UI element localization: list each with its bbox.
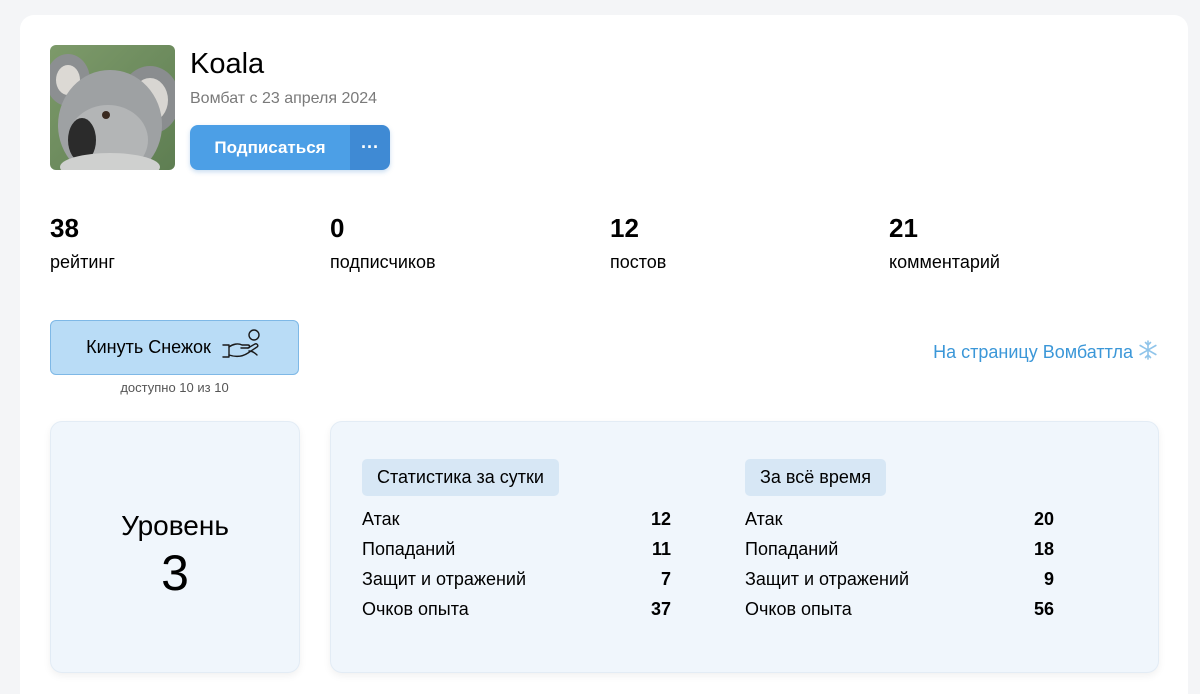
stat-row: Защит и отражений 7 [362, 569, 671, 590]
stat-label: подписчиков [330, 252, 436, 272]
member-since: Вомбат с 23 апреля 2024 [190, 90, 378, 107]
more-options-button[interactable]: ··· [350, 125, 390, 170]
stat-value: 21 [889, 213, 918, 243]
stat-label: постов [610, 252, 667, 272]
stat-value: 0 [330, 213, 345, 243]
stat-row-label: Защит и отражений [362, 569, 527, 589]
daily-stats-column: Статистика за сутки Атак 12 Попаданий 11 З… [362, 459, 671, 620]
stat-value: 38 [50, 213, 79, 243]
level-panel: Уровень 3 [50, 421, 300, 673]
avatar[interactable] [50, 45, 175, 170]
stat-row-label: Очков опыта [745, 599, 852, 619]
stat-row: Атак 20 [745, 509, 1054, 530]
stat-row-label: Попаданий [362, 539, 456, 559]
stat-row-value: 20 [1033, 509, 1054, 529]
stat-row: Попаданий 18 [745, 539, 1054, 560]
stat-row-value: 11 [651, 539, 671, 559]
alltime-stats-column: За всё время Атак 20 Попаданий 18 Защит и … [745, 459, 1054, 620]
stat-row: Попаданий 11 [362, 539, 671, 560]
battle-link-label: На страницу Вомбаттла [933, 342, 1133, 362]
stat-row: Защит и отражений 9 [745, 569, 1054, 590]
stat-row-value: 18 [1033, 539, 1054, 559]
daily-stats-title: Статистика за сутки [362, 459, 559, 496]
hand-snowball-icon [221, 328, 263, 367]
battle-stats-panel: Статистика за сутки Атак 12 Попаданий 11 З… [330, 421, 1159, 673]
stat-row-label: Очков опыта [362, 599, 469, 619]
level-value: 3 [161, 545, 189, 601]
profile-card: Koala Вомбат с 23 апреля 2024 Подписатьс… [20, 15, 1188, 694]
stat-row: Очков опыта 37 [362, 599, 671, 620]
stat-row: Очков опыта 56 [745, 599, 1054, 620]
subscribe-button[interactable]: Подписаться [190, 125, 350, 170]
snowflake-icon [1138, 340, 1158, 365]
stat-row-value: 56 [1033, 599, 1054, 619]
stat-value: 12 [610, 213, 639, 243]
stat-rating: 38 рейтинг [50, 213, 115, 273]
stat-row-label: Попаданий [745, 539, 839, 559]
throw-snowball-button[interactable]: Кинуть Снежок [50, 320, 299, 375]
snowball-availability: доступно 10 из 10 [120, 380, 229, 395]
stat-row-value: 9 [1043, 569, 1054, 589]
stat-row-value: 7 [660, 569, 671, 589]
battle-page-link[interactable]: На страницу Вомбаттла [933, 340, 1158, 365]
stat-subscribers[interactable]: 0 подписчиков [330, 213, 436, 273]
stat-row-label: Атак [362, 509, 400, 529]
stat-row-label: Атак [745, 509, 783, 529]
subscribe-button-group: Подписаться ··· [190, 125, 390, 170]
profile-name: Koala [190, 48, 265, 80]
stat-row-value: 37 [650, 599, 671, 619]
stat-row: Атак 12 [362, 509, 671, 530]
alltime-stats-title: За всё время [745, 459, 886, 496]
stat-posts[interactable]: 12 постов [610, 213, 666, 273]
stat-comments[interactable]: 21 комментарий [889, 213, 1000, 273]
stat-label: комментарий [889, 252, 1000, 272]
stat-label: рейтинг [50, 252, 115, 272]
level-label: Уровень [121, 510, 229, 541]
stat-row-value: 12 [650, 509, 671, 529]
stat-row-label: Защит и отражений [745, 569, 910, 589]
throw-snowball-label: Кинуть Снежок [86, 337, 211, 357]
